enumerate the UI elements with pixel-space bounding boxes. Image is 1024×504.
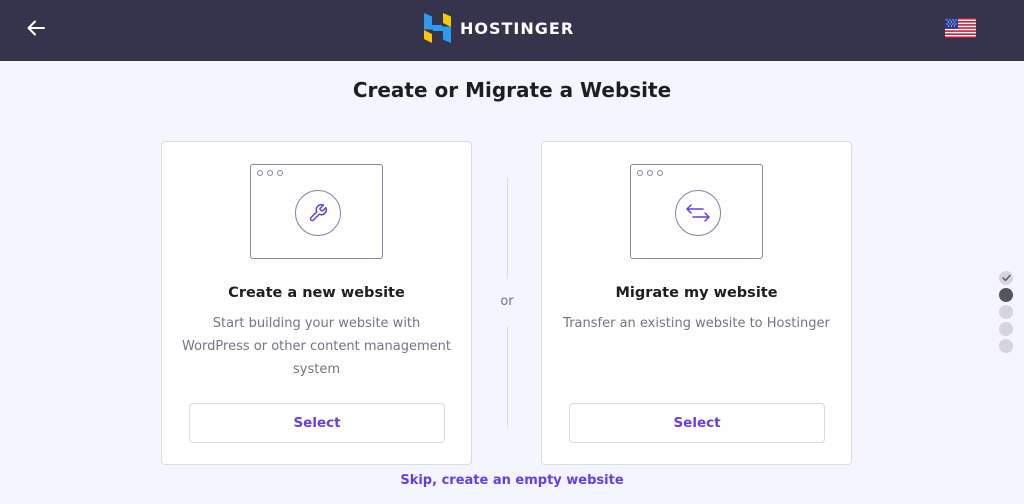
migrate-website-description: Transfer an existing website to Hostinge… — [563, 316, 830, 331]
arrow-left-icon — [27, 20, 45, 36]
window-dot — [257, 170, 263, 176]
skip-create-empty-website-link[interactable]: Skip, create an empty website — [0, 473, 1024, 488]
divider-line-bottom — [507, 326, 508, 427]
page-title: Create or Migrate a Website — [352, 78, 672, 102]
arrows-swap-icon — [686, 204, 710, 222]
progress-step-upcoming — [999, 339, 1013, 353]
window-dot — [637, 170, 643, 176]
progress-step-upcoming — [999, 305, 1013, 319]
create-website-card[interactable]: Create a new website Start building your… — [161, 141, 472, 465]
window-dot — [657, 170, 663, 176]
window-dots — [637, 170, 663, 176]
browser-window-illustration — [250, 164, 383, 259]
migrate-website-select-button[interactable]: Select — [569, 403, 825, 443]
create-website-title: Create a new website — [228, 285, 405, 301]
progress-step-completed — [999, 271, 1013, 285]
progress-step-current — [999, 288, 1013, 302]
progress-step-upcoming — [999, 322, 1013, 336]
back-button[interactable] — [22, 14, 50, 42]
us-flag-icon — [945, 18, 976, 38]
browser-window-illustration — [630, 164, 763, 259]
arrows-swap-icon-circle — [675, 190, 721, 236]
migrate-website-card[interactable]: Migrate my website Transfer an existing … — [541, 141, 852, 465]
language-selector[interactable] — [945, 18, 976, 38]
window-dots — [257, 170, 283, 176]
top-bar: HOSTINGER — [0, 0, 1024, 61]
wrench-icon — [309, 203, 328, 222]
window-dot — [647, 170, 653, 176]
window-dot — [267, 170, 273, 176]
progress-steps — [999, 271, 1013, 353]
window-dot — [277, 170, 283, 176]
or-divider-text: or — [500, 294, 514, 309]
migrate-website-title: Migrate my website — [615, 285, 778, 301]
wrench-icon-circle — [295, 190, 341, 236]
hostinger-logo[interactable]: HOSTINGER — [424, 13, 574, 43]
create-website-description: Start building your website with WordPre… — [182, 316, 451, 377]
divider-line-top — [507, 178, 508, 279]
hostinger-logo-icon — [424, 13, 451, 43]
create-website-select-button[interactable]: Select — [189, 403, 445, 443]
checkmark-icon — [1001, 274, 1011, 282]
logo-text: HOSTINGER — [460, 18, 575, 38]
